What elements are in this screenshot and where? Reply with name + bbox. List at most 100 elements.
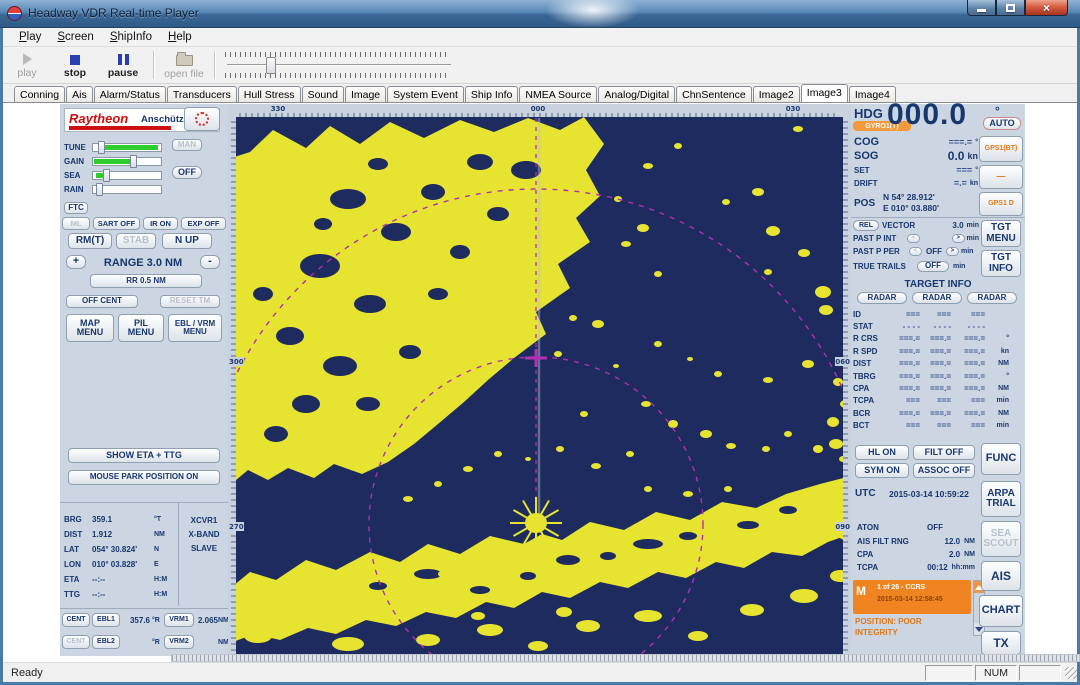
menu-help[interactable]: Help <box>160 29 200 45</box>
nav-row: ETA --:-- H:M <box>64 572 176 587</box>
target-table-row: ID === === === <box>853 308 1017 320</box>
cent2-button[interactable]: CENT <box>62 635 90 649</box>
ml-button[interactable]: ML <box>62 217 90 230</box>
tab[interactable]: Conning <box>14 86 65 102</box>
ebl1-unit: °R <box>152 617 160 624</box>
vrm2-button[interactable]: VRM2 <box>164 635 194 649</box>
timeline-slider[interactable] <box>225 51 453 79</box>
adjustment-slider[interactable] <box>92 157 162 166</box>
tx-button[interactable]: TX <box>981 631 1021 655</box>
ebl2-unit: °R <box>152 639 160 646</box>
alarm-message-box[interactable]: M 1 of 26 - CCRS 2015-03-14 12:58:45 <box>853 580 971 614</box>
tgt-menu-button[interactable]: TGTMENU <box>981 220 1021 247</box>
slider-thumb[interactable] <box>98 141 105 154</box>
ebl1-button[interactable]: EBL1 <box>92 613 120 627</box>
tab[interactable]: Alarm/Status <box>94 86 166 102</box>
range-minus-button[interactable]: - <box>200 255 220 269</box>
horizontal-scrollbar[interactable] <box>171 654 1080 662</box>
menu-play[interactable]: Play <box>11 29 49 45</box>
tab[interactable]: NMEA Source <box>519 86 597 102</box>
filt-off-button[interactable]: FILT OFF <box>913 445 975 460</box>
tab[interactable]: Sound <box>302 86 344 102</box>
maximize-icon <box>1006 4 1015 12</box>
tab[interactable]: Ship Info <box>465 86 518 102</box>
off-button[interactable]: OFF <box>172 166 202 179</box>
adjustment-slider[interactable] <box>92 185 162 194</box>
trim-dash-button[interactable]: — <box>979 165 1023 189</box>
gps1-d-button[interactable]: GPS1 D <box>979 192 1023 216</box>
tab[interactable]: Image2 <box>753 86 800 102</box>
radar-logo-button[interactable] <box>184 107 220 131</box>
adjustment-slider[interactable] <box>92 171 162 180</box>
sym-on-button[interactable]: SYM ON <box>855 463 909 478</box>
ebl2-button[interactable]: EBL2 <box>92 635 120 649</box>
hl-on-button[interactable]: HL ON <box>855 445 909 460</box>
gps1-bt-button[interactable]: GPS1(BT) <box>979 136 1023 162</box>
stab-button[interactable]: STAB <box>116 233 156 249</box>
past-p-per-dec-button[interactable]: < <box>909 247 922 256</box>
true-trails-off-button[interactable]: OFF <box>917 261 949 272</box>
tab[interactable]: Analog/Digital <box>598 86 675 102</box>
map-menu-button[interactable]: MAPMENU <box>66 314 114 342</box>
tab[interactable]: ChnSentence <box>676 86 752 102</box>
vrm1-button[interactable]: VRM1 <box>164 613 194 627</box>
assoc-off-button[interactable]: ASSOC OFF <box>913 463 975 478</box>
pil-menu-button[interactable]: PILMENU <box>118 314 164 342</box>
open-file-button[interactable]: open file <box>160 48 208 82</box>
tgt-info-button[interactable]: TGTINFO <box>981 250 1021 277</box>
rr-button[interactable]: RR 0.5 NM <box>90 274 202 288</box>
divider <box>60 608 228 609</box>
ftc-button[interactable]: FTC <box>64 202 88 214</box>
maximize-button[interactable] <box>996 0 1025 16</box>
n-up-button[interactable]: N UP <box>162 233 212 249</box>
rm-t-button[interactable]: RM(T) <box>68 233 112 249</box>
show-eta-ttg-button[interactable]: SHOW ETA + TTG <box>68 448 220 463</box>
chart-button[interactable]: CHART <box>979 595 1023 627</box>
radar-source-button[interactable]: RADAR <box>967 292 1017 304</box>
reset-tm-button[interactable]: RESET TM <box>160 295 220 308</box>
cent1-button[interactable]: CENT <box>62 613 90 627</box>
tab[interactable]: Image <box>345 86 386 102</box>
tab[interactable]: Transducers <box>167 86 237 102</box>
tab[interactable]: System Event <box>387 86 464 102</box>
pos-lat: N 54° 28.912' <box>883 192 935 202</box>
tab[interactable]: Hull Stress <box>238 86 301 102</box>
sea-scout-button[interactable]: SEASCOUT <box>981 521 1021 557</box>
slider-thumb[interactable] <box>103 169 110 182</box>
past-p-per-inc-button[interactable]: > <box>946 247 959 256</box>
menu-screen[interactable]: Screen <box>49 29 101 45</box>
man-button[interactable]: MAN <box>172 139 202 151</box>
arpa-trial-button[interactable]: ARPATRIAL <box>981 481 1021 517</box>
play-button[interactable]: play <box>3 48 51 82</box>
range-plus-button[interactable]: + <box>66 255 86 269</box>
pause-button[interactable]: pause <box>99 48 147 82</box>
resize-grip[interactable] <box>1065 667 1077 679</box>
slider-thumb[interactable] <box>130 155 137 168</box>
close-button[interactable]: × <box>1025 0 1068 16</box>
tab[interactable]: Image3 <box>801 84 848 102</box>
ir-on-button[interactable]: IR ON <box>143 217 178 230</box>
func-button[interactable]: FUNC <box>981 443 1021 475</box>
hdg-value: 000.0 <box>887 98 967 132</box>
auto-button[interactable]: AUTO <box>983 117 1021 130</box>
past-p-int-dec-button[interactable]: < <box>907 234 920 243</box>
minimize-button[interactable] <box>967 0 996 16</box>
stop-icon <box>70 55 80 65</box>
tab[interactable]: Ais <box>66 86 93 102</box>
timeline-thumb[interactable] <box>266 57 276 74</box>
radar-source-button[interactable]: RADAR <box>912 292 962 304</box>
menu-shipinfo[interactable]: ShipInfo <box>102 29 160 45</box>
adjustment-slider[interactable] <box>92 143 162 152</box>
past-p-int-inc-button[interactable]: > <box>952 234 965 243</box>
timeline-track[interactable] <box>227 64 451 66</box>
radar-source-button[interactable]: RADAR <box>857 292 907 304</box>
off-cent-button[interactable]: OFF CENT <box>66 295 138 308</box>
rel-button[interactable]: REL <box>853 220 879 231</box>
exp-off-button[interactable]: EXP OFF <box>181 217 226 230</box>
sart-off-button[interactable]: SART OFF <box>93 217 140 230</box>
ebl-vrm-menu-button[interactable]: EBL / VRMMENU <box>168 314 222 342</box>
mouse-park-button[interactable]: MOUSE PARK POSITION ON <box>68 470 220 485</box>
stop-button[interactable]: stop <box>51 48 99 82</box>
slider-thumb[interactable] <box>96 183 103 196</box>
ais-button[interactable]: AIS <box>981 561 1021 591</box>
